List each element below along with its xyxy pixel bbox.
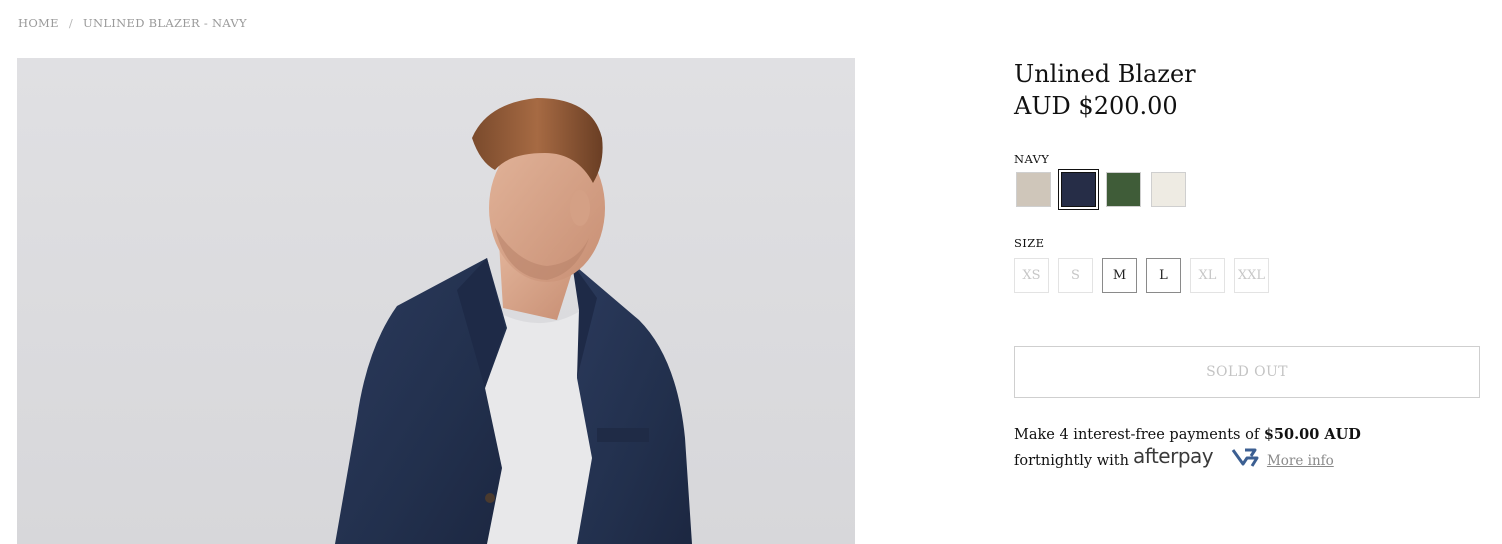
afterpay-arrows-mark <box>1231 448 1259 467</box>
swatch-navy[interactable] <box>1058 169 1099 210</box>
size-label: SIZE <box>1014 236 1045 250</box>
product-title: Unlined Blazer <box>1014 60 1196 88</box>
size-option-s[interactable]: S <box>1058 258 1093 293</box>
afterpay-line-1: Make 4 interest-free payments of $50.00 … <box>1014 424 1361 446</box>
sold-out-button[interactable]: SOLD OUT <box>1014 346 1480 398</box>
product-image[interactable] <box>17 58 855 544</box>
size-option-xs[interactable]: XS <box>1014 258 1049 293</box>
breadcrumb-home-link[interactable]: HOME <box>18 16 59 30</box>
afterpay-line-2: fortnightly with afterpay More info <box>1014 444 1361 475</box>
swatch-oatmeal[interactable] <box>1016 172 1051 207</box>
size-options: XS S M L XL XXL <box>1014 258 1278 293</box>
product-info: Unlined Blazer AUD $200.00 NAVY SIZE XS … <box>1014 58 1480 469</box>
swatch-ecru[interactable] <box>1151 172 1186 207</box>
product-photo-illustration <box>17 58 855 544</box>
more-info-link[interactable]: More info <box>1267 450 1334 472</box>
size-option-xl[interactable]: XL <box>1190 258 1225 293</box>
afterpay-text-suffix: fortnightly with <box>1014 452 1129 469</box>
afterpay-amount: $50.00 AUD <box>1263 426 1361 443</box>
size-option-xxl[interactable]: XXL <box>1234 258 1269 293</box>
afterpay-message: Make 4 interest-free payments of $50.00 … <box>1014 424 1361 475</box>
size-option-l[interactable]: L <box>1146 258 1181 293</box>
selected-color-label: NAVY <box>1014 152 1050 166</box>
color-swatches <box>1016 169 1196 210</box>
product-price: AUD $200.00 <box>1014 92 1178 120</box>
afterpay-text-prefix: Make 4 interest-free payments of <box>1014 427 1264 443</box>
afterpay-logo-icon: afterpay <box>1133 444 1259 468</box>
size-option-m[interactable]: M <box>1102 258 1137 293</box>
afterpay-wordmark: afterpay <box>1133 446 1214 468</box>
breadcrumb: HOME / UNLINED BLAZER - NAVY <box>18 16 247 30</box>
breadcrumb-separator: / <box>68 16 74 30</box>
breadcrumb-current: UNLINED BLAZER - NAVY <box>83 16 247 30</box>
afterpay-logo: afterpay <box>1133 444 1259 475</box>
swatch-green[interactable] <box>1106 172 1141 207</box>
